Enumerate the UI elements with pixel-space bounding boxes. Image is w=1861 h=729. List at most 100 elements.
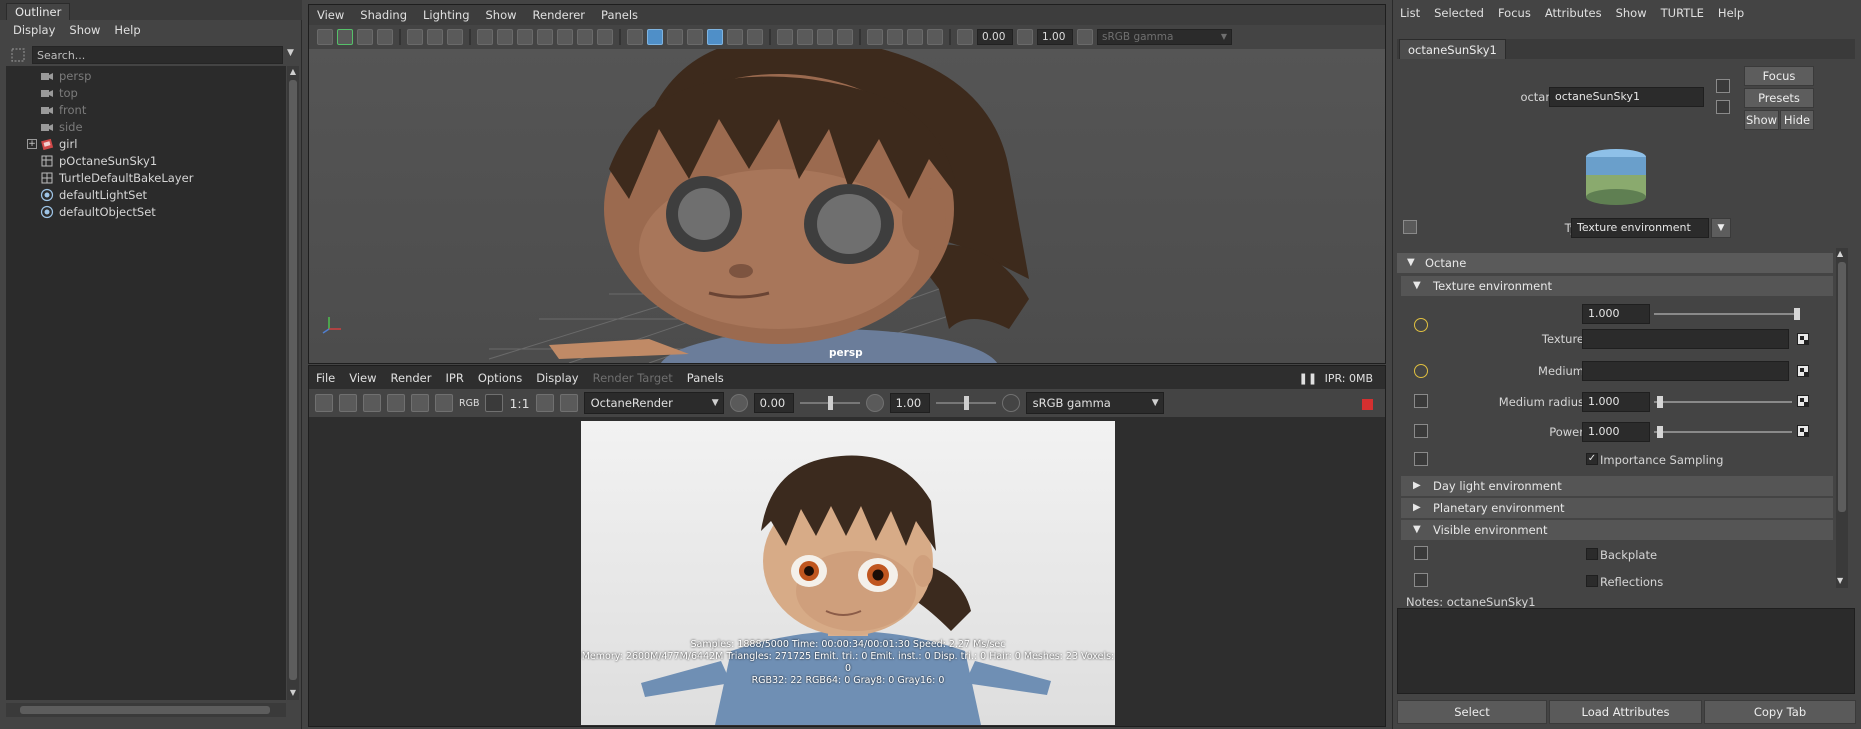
attr-menu-focus[interactable]: Focus xyxy=(1491,3,1538,23)
type-dropdown[interactable]: Texture environment xyxy=(1571,218,1709,238)
scrollbar-thumb[interactable] xyxy=(1838,262,1846,512)
render-settings-icon[interactable] xyxy=(435,394,453,412)
reflections-checkbox[interactable] xyxy=(1586,575,1598,587)
outliner-vertical-scrollbar[interactable]: ▲ ▼ xyxy=(287,66,299,700)
map-medium-radius-icon[interactable] xyxy=(1797,395,1809,407)
gamma-icon[interactable] xyxy=(1017,29,1033,45)
gamma-slider[interactable] xyxy=(935,396,996,410)
outliner-menu-display[interactable]: Display xyxy=(6,20,62,40)
exposure-field[interactable]: 0.00 xyxy=(753,393,794,413)
xray-joints-icon[interactable] xyxy=(927,29,943,45)
subsection-daylight[interactable]: ▶ Day light environment xyxy=(1401,476,1833,496)
power-slider[interactable] xyxy=(1654,431,1792,433)
scroll-up-icon[interactable]: ▲ xyxy=(288,67,298,77)
slider-knob[interactable] xyxy=(827,396,833,410)
anti-aliasing-icon[interactable] xyxy=(817,29,833,45)
map-texture-icon[interactable] xyxy=(1797,333,1809,345)
slider-knob[interactable] xyxy=(963,396,969,410)
viewport-menu-renderer[interactable]: Renderer xyxy=(525,5,594,25)
slider-knob[interactable] xyxy=(1794,308,1800,320)
real-size-label[interactable]: 1:1 xyxy=(509,396,529,411)
viewport-menu-view[interactable]: View xyxy=(309,5,352,25)
refresh-ipr-icon[interactable] xyxy=(411,394,429,412)
attr-menu-show[interactable]: Show xyxy=(1609,3,1654,23)
ipr-render-icon[interactable] xyxy=(387,394,405,412)
tab-octanesunsky1[interactable]: octaneSunSky1 xyxy=(1399,39,1506,59)
expand-icon[interactable]: + xyxy=(27,139,37,149)
attr-menu-help[interactable]: Help xyxy=(1711,3,1751,23)
viewport-menu-show[interactable]: Show xyxy=(478,5,525,25)
select-camera-icon[interactable] xyxy=(317,29,333,45)
lock-camera-icon[interactable] xyxy=(337,29,353,45)
wireframe-on-shaded-icon[interactable] xyxy=(687,29,703,45)
depth-of-field-icon[interactable] xyxy=(837,29,853,45)
color-management-icon[interactable] xyxy=(1001,394,1020,412)
notes-field[interactable] xyxy=(1397,608,1855,694)
presets-button[interactable]: Presets xyxy=(1744,88,1814,108)
viewport-scene[interactable]: persp xyxy=(309,49,1385,363)
color-space-dropdown[interactable]: sRGB gamma ▼ xyxy=(1025,392,1164,414)
scroll-down-icon[interactable]: ▼ xyxy=(288,688,298,698)
keep-image-icon[interactable] xyxy=(535,394,554,412)
show-button[interactable]: Show xyxy=(1744,110,1779,130)
chevron-down-icon[interactable]: ▼ xyxy=(1711,218,1731,238)
scrollbar-thumb[interactable] xyxy=(289,80,297,680)
wireframe-icon[interactable] xyxy=(627,29,643,45)
render-menu-panels[interactable]: Panels xyxy=(680,368,731,388)
attr-menu-selected[interactable]: Selected xyxy=(1427,3,1491,23)
pause-icon[interactable]: ❚❚ xyxy=(1299,372,1317,385)
power-top-slider[interactable] xyxy=(1654,313,1800,315)
backplate-checkbox[interactable] xyxy=(1586,548,1598,560)
focus-button[interactable]: Focus xyxy=(1744,66,1814,86)
safe-title-icon[interactable] xyxy=(597,29,613,45)
medium-field[interactable] xyxy=(1582,361,1789,381)
section-octane[interactable]: ▼ Octane xyxy=(1397,253,1833,273)
gamma-field[interactable]: 1.00 xyxy=(1037,29,1073,45)
exposure-icon[interactable] xyxy=(729,394,748,412)
viewport-panel[interactable]: View Shading Lighting Show Renderer Pane… xyxy=(308,4,1386,364)
color-management-icon[interactable] xyxy=(1077,29,1093,45)
viewport-menu-shading[interactable]: Shading xyxy=(352,5,415,25)
render-menu-file[interactable]: File xyxy=(309,368,342,388)
textured-icon[interactable] xyxy=(707,29,723,45)
remove-image-icon[interactable] xyxy=(559,394,578,412)
gate-mask-icon[interactable] xyxy=(537,29,553,45)
outliner-menu-help[interactable]: Help xyxy=(107,20,147,40)
map-power-icon[interactable] xyxy=(1797,425,1809,437)
copy-tab-button[interactable]: Copy Tab xyxy=(1704,700,1856,724)
camera-attributes-icon[interactable] xyxy=(357,29,373,45)
attr-menu-attributes[interactable]: Attributes xyxy=(1538,3,1609,23)
grid-icon[interactable] xyxy=(477,29,493,45)
select-button[interactable]: Select xyxy=(1397,700,1547,724)
outliner-tab[interactable]: Outliner xyxy=(6,3,71,20)
exposure-icon[interactable] xyxy=(957,29,973,45)
snapshot-icon[interactable] xyxy=(363,394,381,412)
stop-render-icon[interactable] xyxy=(1362,399,1373,410)
attribute-editor-scrollbar[interactable]: ▲ ▼ xyxy=(1836,248,1848,588)
texture-field[interactable] xyxy=(1582,329,1789,349)
render-menu-options[interactable]: Options xyxy=(471,368,529,388)
map-medium-icon[interactable] xyxy=(1797,365,1809,377)
focus-output-icon[interactable] xyxy=(1716,100,1730,114)
scroll-up-icon[interactable]: ▲ xyxy=(1837,249,1843,258)
power-field[interactable]: 1.000 xyxy=(1582,422,1650,442)
power-top-field[interactable]: 1.000 xyxy=(1582,304,1650,324)
scrollbar-thumb[interactable] xyxy=(20,706,270,714)
gamma-icon[interactable] xyxy=(865,394,884,412)
shadows-icon[interactable] xyxy=(747,29,763,45)
search-dropdown-icon[interactable]: ▼ xyxy=(287,48,294,58)
slider-knob[interactable] xyxy=(1657,426,1663,438)
render-menu-display[interactable]: Display xyxy=(529,368,585,388)
load-attributes-button[interactable]: Load Attributes xyxy=(1549,700,1702,724)
rgb-channel-label[interactable]: RGB xyxy=(459,398,479,409)
outliner-horizontal-scrollbar[interactable] xyxy=(6,703,286,717)
exposure-slider[interactable] xyxy=(799,396,860,410)
field-chart-icon[interactable] xyxy=(557,29,573,45)
filter-icon[interactable] xyxy=(10,47,26,63)
xray-active-icon[interactable] xyxy=(907,29,923,45)
film-gate-icon[interactable] xyxy=(497,29,513,45)
render-menu-ipr[interactable]: IPR xyxy=(439,368,471,388)
hide-button[interactable]: Hide xyxy=(1780,110,1814,130)
2d-pan-zoom-icon[interactable] xyxy=(427,29,443,45)
motion-blur-icon[interactable] xyxy=(797,29,813,45)
